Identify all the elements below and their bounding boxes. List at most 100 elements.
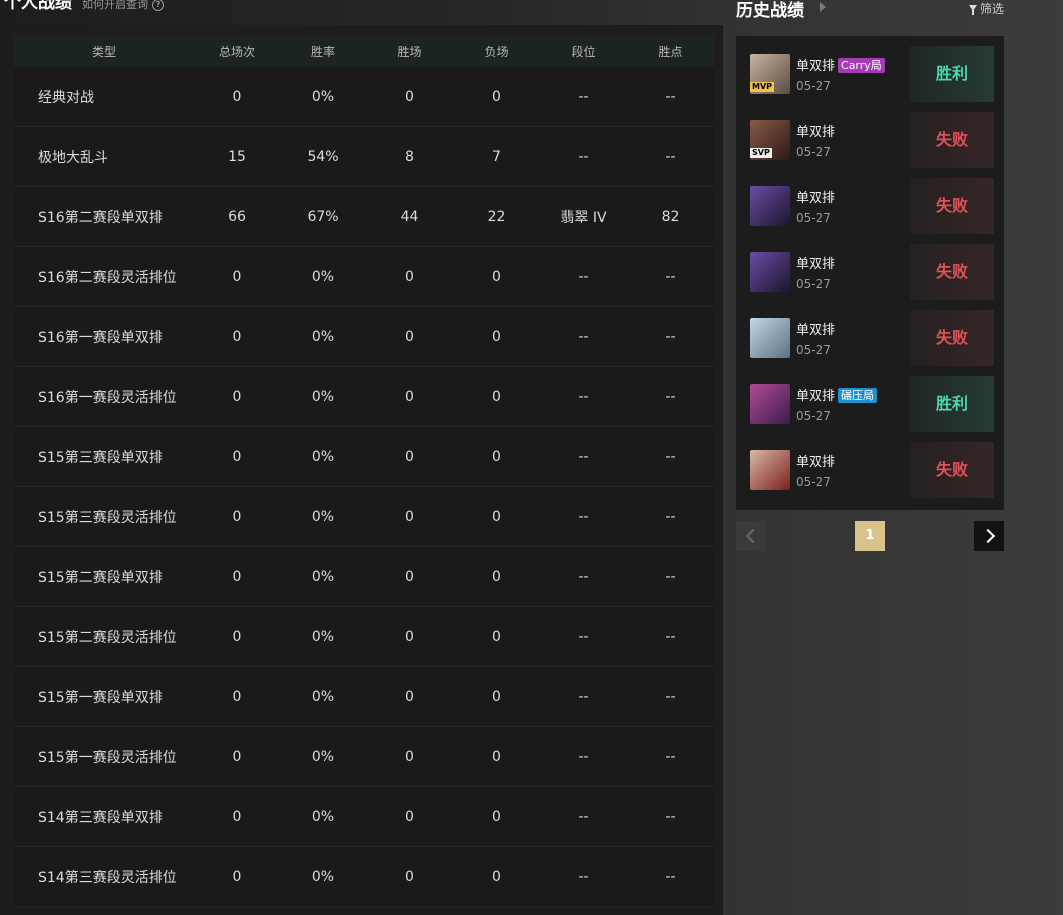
champion-avatar xyxy=(750,318,790,358)
cell-wins: 0 xyxy=(366,366,453,427)
cell-lp: -- xyxy=(627,486,714,547)
match-history-item[interactable]: 单双排 05-27 失败 xyxy=(736,178,1004,234)
cell-win-rate: 0% xyxy=(280,486,366,547)
cell-lp: -- xyxy=(627,846,714,907)
cell-type: S16第二赛段单双排 xyxy=(14,186,194,247)
header-lp: 胜点 xyxy=(627,35,714,67)
cell-win-rate: 0% xyxy=(280,606,366,667)
help-icon[interactable]: ? xyxy=(152,0,164,11)
table-row[interactable]: S15第一赛段灵活排位 0 0% 0 0 -- -- xyxy=(14,726,714,787)
match-mode: 单双排 xyxy=(796,191,836,206)
match-history-item[interactable]: SVP 单双排 05-27 失败 xyxy=(736,112,1004,168)
cell-lp: -- xyxy=(627,67,714,127)
match-date: 05-27 xyxy=(796,343,831,357)
cell-total-games: 15 xyxy=(194,126,280,187)
table-row[interactable]: S14第三赛段灵活排位 0 0% 0 0 -- -- xyxy=(14,846,714,907)
cell-losses: 0 xyxy=(453,486,540,547)
match-history-item[interactable]: 单双排 05-27 失败 xyxy=(736,244,1004,300)
cell-losses: 0 xyxy=(453,306,540,367)
match-mode: 单双排 xyxy=(796,455,836,470)
mvp-badge: MVP xyxy=(750,82,775,92)
cell-total-games: 66 xyxy=(194,186,280,247)
match-mode-line: 单双排 xyxy=(796,451,835,470)
cell-type: S15第一赛段单双排 xyxy=(14,666,194,727)
cell-lp: -- xyxy=(627,426,714,487)
cell-wins: 0 xyxy=(366,306,453,367)
table-row[interactable]: 极地大乱斗 15 54% 8 7 -- -- xyxy=(14,126,714,187)
match-history-item[interactable]: 单双排 05-27 失败 xyxy=(736,310,1004,366)
table-row[interactable]: S15第三赛段单双排 0 0% 0 0 -- -- xyxy=(14,426,714,487)
filter-icon xyxy=(968,5,977,15)
match-history-item[interactable]: 单双排 05-27 失败 xyxy=(736,442,1004,498)
match-date: 05-27 xyxy=(796,277,831,291)
cell-lp: -- xyxy=(627,726,714,787)
match-history-item[interactable]: MVP 单双排 Carry局 05-27 胜利 xyxy=(736,46,1004,102)
caret-right-icon[interactable] xyxy=(820,2,826,12)
match-mode: 单双排 xyxy=(796,125,836,140)
cell-type: S15第三赛段灵活排位 xyxy=(14,486,194,547)
table-row[interactable]: 经典对战 0 0% 0 0 -- -- xyxy=(14,67,714,127)
header-total-games: 总场次 xyxy=(194,35,280,67)
match-date: 05-27 xyxy=(796,409,831,423)
cell-rank: -- xyxy=(540,67,627,127)
cell-rank: -- xyxy=(540,126,627,187)
cell-lp: -- xyxy=(627,606,714,667)
match-history-item[interactable]: 单双排 碾压局 05-27 胜利 xyxy=(736,376,1004,432)
cell-total-games: 0 xyxy=(194,246,280,307)
match-mode: 单双排 xyxy=(796,257,836,272)
table-row[interactable]: S15第二赛段单双排 0 0% 0 0 -- -- xyxy=(14,546,714,607)
cell-win-rate: 0% xyxy=(280,666,366,727)
chevron-left-icon xyxy=(745,528,761,544)
how-to-enable-query-link[interactable]: 如何开启查询 xyxy=(82,0,148,11)
champion-avatar xyxy=(750,186,790,226)
cell-type: 经典对战 xyxy=(14,67,194,127)
cell-lp: -- xyxy=(627,366,714,427)
cell-wins: 0 xyxy=(366,846,453,907)
header-wins: 胜场 xyxy=(366,35,453,67)
match-history-panel: MVP 单双排 Carry局 05-27 胜利 SVP 单双排 05-27 失败 单双排 05-27… xyxy=(736,36,1004,510)
table-row[interactable]: S16第一赛段灵活排位 0 0% 0 0 -- -- xyxy=(14,366,714,427)
cell-type: S15第三赛段单双排 xyxy=(14,426,194,487)
cell-losses: 0 xyxy=(453,606,540,667)
table-row[interactable]: S15第二赛段灵活排位 0 0% 0 0 -- -- xyxy=(14,606,714,667)
filter-button[interactable]: 筛选 xyxy=(968,0,1004,17)
cell-losses: 0 xyxy=(453,846,540,907)
cell-win-rate: 0% xyxy=(280,67,366,127)
match-mode-line: 单双排 xyxy=(796,253,835,272)
table-row[interactable]: S16第二赛段灵活排位 0 0% 0 0 -- -- xyxy=(14,246,714,307)
cell-type: 极地大乱斗 xyxy=(14,126,194,187)
table-row[interactable]: S14第三赛段单双排 0 0% 0 0 -- -- xyxy=(14,786,714,847)
cell-wins: 0 xyxy=(366,486,453,547)
cell-rank: -- xyxy=(540,606,627,667)
cell-rank: -- xyxy=(540,786,627,847)
cell-win-rate: 0% xyxy=(280,426,366,487)
cell-total-games: 0 xyxy=(194,486,280,547)
cell-rank: -- xyxy=(540,306,627,367)
next-page-button[interactable] xyxy=(974,521,1004,551)
cell-total-games: 0 xyxy=(194,306,280,367)
prev-page-button[interactable] xyxy=(736,521,766,551)
cell-rank: -- xyxy=(540,666,627,727)
cell-total-games: 0 xyxy=(194,426,280,487)
cell-wins: 0 xyxy=(366,426,453,487)
cell-lp: -- xyxy=(627,546,714,607)
cell-rank: 翡翠 IV xyxy=(540,186,627,247)
header-rank: 段位 xyxy=(540,35,627,67)
cell-losses: 0 xyxy=(453,67,540,127)
match-mode: 单双排 xyxy=(796,323,836,338)
match-tag: Carry局 xyxy=(838,58,885,73)
table-row[interactable]: S16第一赛段单双排 0 0% 0 0 -- -- xyxy=(14,306,714,367)
cell-rank: -- xyxy=(540,546,627,607)
history-title[interactable]: 历史战绩 xyxy=(736,0,804,21)
match-mode-line: 单双排 xyxy=(796,319,835,338)
table-row[interactable]: S15第三赛段灵活排位 0 0% 0 0 -- -- xyxy=(14,486,714,547)
cell-total-games: 0 xyxy=(194,606,280,667)
cell-win-rate: 54% xyxy=(280,126,366,187)
table-row[interactable]: S16第二赛段单双排 66 67% 44 22 翡翠 IV 82 xyxy=(14,186,714,247)
cell-lp: 82 xyxy=(627,186,714,247)
page-number-current[interactable]: 1 xyxy=(855,521,885,551)
cell-win-rate: 0% xyxy=(280,246,366,307)
match-mode-line: 单双排 xyxy=(796,121,835,140)
table-row[interactable]: S15第一赛段单双排 0 0% 0 0 -- -- xyxy=(14,666,714,727)
match-result: 胜利 xyxy=(910,376,994,432)
